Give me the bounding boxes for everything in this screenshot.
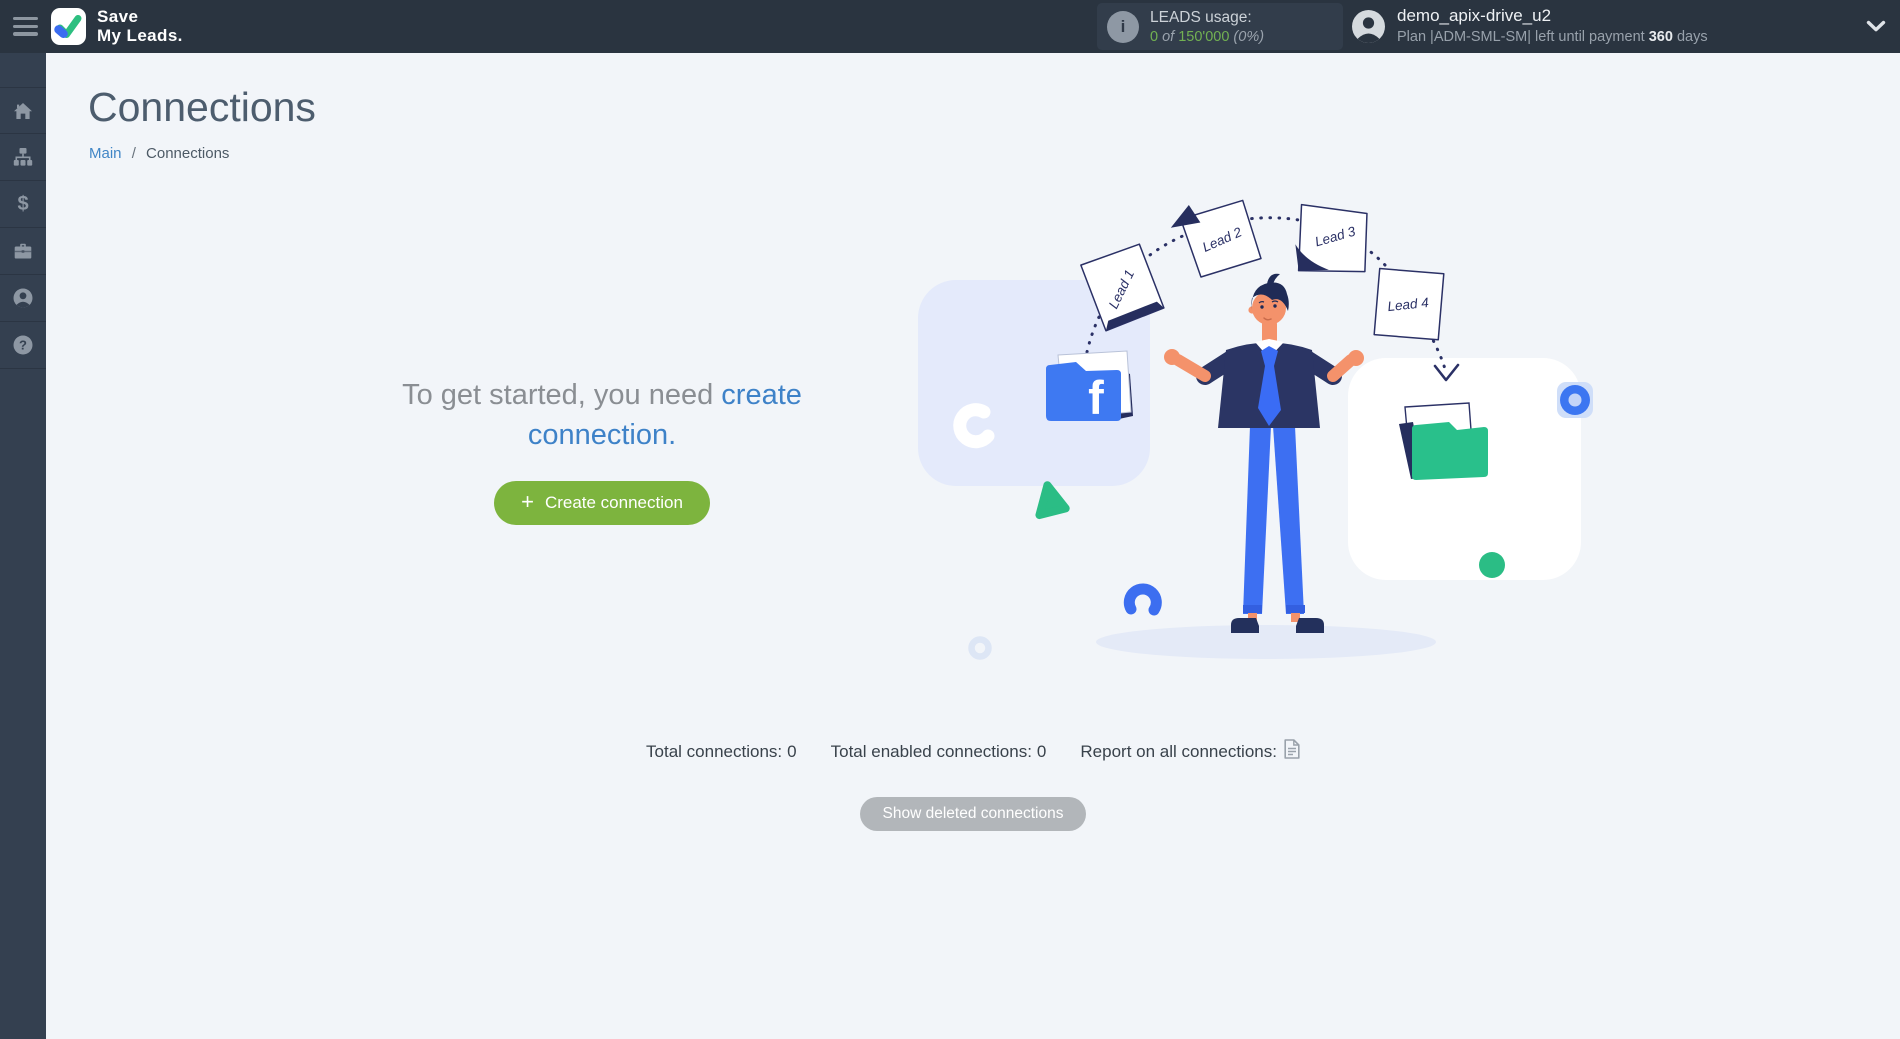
sitemap-icon	[13, 147, 33, 167]
briefcase-icon	[13, 241, 33, 261]
logo-icon[interactable]	[51, 8, 86, 45]
facebook-folder-icon: f	[1046, 351, 1133, 424]
breadcrumb: Main / Connections	[89, 145, 229, 162]
plus-icon: +	[521, 491, 534, 513]
report-document-icon[interactable]	[1284, 739, 1300, 764]
sidebar-item-help[interactable]: ?	[0, 322, 46, 369]
sidebar-item-profile[interactable]	[0, 275, 46, 322]
leads-used: 0	[1150, 29, 1158, 45]
user-menu[interactable]: demo_apix-drive_u2 Plan |ADM-SML-SM| lef…	[1352, 6, 1708, 45]
leads-usage-value: 0 of 150'000 (0%)	[1150, 29, 1264, 45]
sidebar-item-billing[interactable]: $	[0, 181, 46, 228]
illustration-container: f	[900, 190, 1620, 750]
dollar-icon: $	[17, 194, 28, 214]
user-name: demo_apix-drive_u2	[1397, 6, 1708, 26]
lead-paper-4: Lead 4	[1368, 263, 1449, 346]
enabled-connections-stat: Total enabled connections: 0	[831, 742, 1047, 762]
hamburger-menu-icon[interactable]	[13, 17, 38, 36]
person-figure	[1164, 274, 1364, 633]
lead-paper-3: Lead 3	[1293, 204, 1372, 277]
main-content: Connections Main / Connections To get st…	[46, 53, 1900, 1039]
leads-usage-label: LEADS usage:	[1150, 9, 1264, 27]
leads-usage-widget: i LEADS usage: 0 of 150'000 (0%)	[1097, 3, 1343, 50]
leads-percent: (0%)	[1233, 29, 1264, 45]
hook-decoration	[1129, 589, 1156, 610]
user-icon	[13, 288, 33, 308]
page-title: Connections	[88, 85, 316, 130]
help-icon: ?	[13, 335, 33, 355]
sidebar-item-home[interactable]	[0, 87, 46, 134]
total-connections-stat: Total connections: 0	[646, 742, 797, 762]
info-icon: i	[1107, 11, 1139, 43]
app-root: Save My Leads. i LEADS usage: 0 of 150'0…	[0, 0, 1900, 1039]
chevron-down-icon[interactable]	[1866, 20, 1886, 38]
days-left: 360	[1649, 29, 1673, 45]
topbar: Save My Leads. i LEADS usage: 0 of 150'0…	[0, 0, 1900, 53]
empty-state-text: To get started, you need create connecti…	[392, 375, 812, 455]
checkmark-logo-icon	[51, 8, 86, 45]
home-icon	[13, 101, 33, 121]
empty-state-illustration: f	[900, 190, 1620, 750]
sidebar: $ ?	[0, 53, 46, 1039]
breadcrumb-current: Connections	[146, 145, 229, 162]
ring-decoration	[972, 640, 989, 657]
breadcrumb-main-link[interactable]: Main	[89, 145, 122, 162]
triangle-decoration	[1035, 483, 1066, 515]
logo-line1: Save	[97, 8, 183, 27]
avatar-icon	[1352, 10, 1385, 43]
sidebar-item-services[interactable]	[0, 228, 46, 275]
total-connections-value: 0	[787, 742, 796, 762]
lead-paper-2: Lead 2	[1168, 196, 1262, 280]
breadcrumb-separator: /	[132, 145, 136, 162]
show-deleted-connections-button[interactable]: Show deleted connections	[860, 797, 1087, 831]
green-dot-decoration	[1479, 552, 1505, 578]
logo-line2: My Leads.	[97, 27, 183, 46]
empty-state: To get started, you need create connecti…	[392, 375, 812, 525]
svg-text:f: f	[1088, 371, 1104, 424]
leads-total: 150'000	[1178, 29, 1229, 45]
connections-stats: Total connections: 0 Total enabled conne…	[46, 739, 1900, 764]
sidebar-item-connections[interactable]	[0, 134, 46, 181]
enabled-connections-value: 0	[1037, 742, 1046, 762]
user-plan: Plan |ADM-SML-SM| left until payment 360…	[1397, 29, 1708, 45]
svg-text:?: ?	[19, 338, 27, 353]
ground-shadow	[1096, 625, 1436, 659]
create-connection-button[interactable]: + Create connection	[494, 481, 710, 525]
logo-wordmark[interactable]: Save My Leads.	[97, 8, 183, 45]
report-connections-stat: Report on all connections:	[1080, 739, 1300, 764]
